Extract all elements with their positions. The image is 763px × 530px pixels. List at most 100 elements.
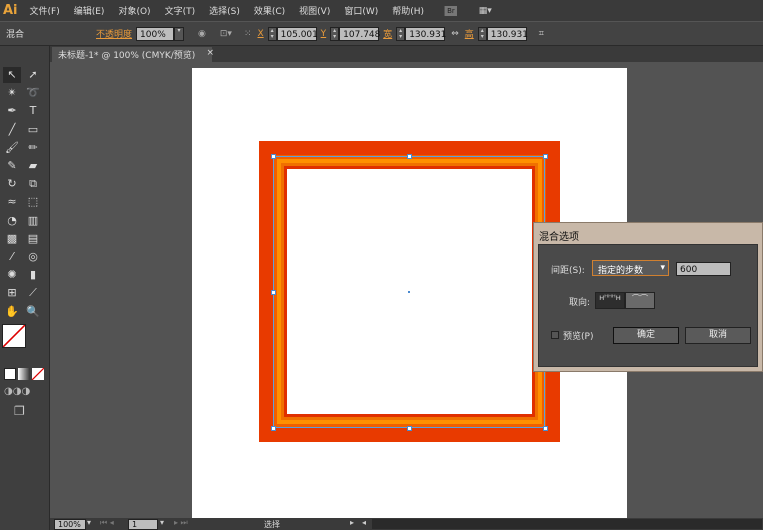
selection-handle[interactable]	[543, 154, 548, 159]
width-label: 宽	[383, 30, 393, 40]
mesh-tool-icon[interactable]: ▩	[3, 231, 21, 247]
eraser-tool-icon[interactable]: ▰	[24, 158, 42, 174]
menu-type[interactable]: 文字(T)	[165, 4, 196, 17]
dialog-title: 混合选项	[539, 232, 579, 243]
zoom-input[interactable]: 100%	[54, 519, 86, 530]
none-mode-icon[interactable]	[32, 368, 44, 380]
align-to-path-button[interactable]: ⌒⌒	[625, 292, 655, 309]
tab-document[interactable]: 未标题-1* @ 100% (CMYK/预览) ×	[52, 47, 214, 62]
menu-help[interactable]: 帮助(H)	[392, 4, 424, 17]
center-point	[408, 291, 410, 293]
app-logo: Ai	[3, 3, 18, 18]
preview-checkbox[interactable]	[551, 331, 559, 339]
fill-swatch[interactable]	[2, 324, 26, 348]
align-icon[interactable]: ⊡▾	[220, 29, 232, 39]
slice-tool-icon[interactable]: ⟋	[24, 285, 42, 301]
control-bar: 混合 不透明度 100% ▾ ◉ ⊡▾ ⁙ X ▴ ▾ 105.001 Y ▴ ▾ …	[0, 21, 763, 46]
blob-brush-tool-icon[interactable]: ✎	[3, 158, 21, 174]
symbol-sprayer-tool-icon[interactable]: ✺	[3, 267, 21, 283]
page-dropdown[interactable]: ▾	[160, 518, 164, 527]
menu-file[interactable]: 文件(F)	[30, 4, 60, 17]
width-input[interactable]: 130.931	[405, 26, 446, 41]
recolor-icon[interactable]: ◉	[198, 29, 206, 39]
eyedropper-tool-icon[interactable]: ⁄	[3, 249, 21, 265]
zoom-dropdown[interactable]: ▾	[87, 518, 91, 527]
gradient-tool-icon[interactable]: ▤	[24, 231, 42, 247]
hand-tool-icon[interactable]: ✋	[3, 304, 21, 320]
align-to-page-button[interactable]: ʜᴴᴴᴴʜ	[595, 292, 625, 309]
column-graph-tool-icon[interactable]: ▮	[24, 267, 42, 283]
width-stepper[interactable]: ▴ ▾	[396, 26, 406, 41]
selection-handle[interactable]	[407, 426, 412, 431]
blend-tool-icon[interactable]: ◎	[24, 249, 42, 265]
spacing-label: 间距(S):	[551, 266, 585, 276]
menu-bar: Ai 文件(F) 编辑(E) 对象(O) 文字(T) 选择(S) 效果(C) 视…	[0, 0, 763, 21]
zoom-tool-icon[interactable]: 🔍	[24, 304, 42, 320]
status-menu-icon[interactable]: ▸	[350, 518, 354, 527]
tab-close-icon[interactable]: ×	[206, 48, 214, 58]
x-stepper[interactable]: ▴ ▾	[267, 26, 277, 41]
preview-label[interactable]: 预览(P)	[563, 329, 593, 342]
selection-handle[interactable]	[271, 154, 276, 159]
rectangle-tool-icon[interactable]: ▭	[24, 122, 42, 138]
selection-handle[interactable]	[543, 426, 548, 431]
transform-icon[interactable]: ⌗	[539, 29, 544, 39]
scroll-left-icon[interactable]: ◂	[362, 518, 366, 527]
y-stepper[interactable]: ▴ ▾	[330, 26, 340, 41]
screen-mode-icon[interactable]: ❐	[14, 404, 25, 418]
menu-view[interactable]: 视图(V)	[299, 4, 330, 17]
menu-effect[interactable]: 效果(C)	[254, 4, 285, 17]
workspace-switcher-icon[interactable]: ▦▾	[479, 6, 492, 16]
steps-input[interactable]: 600	[676, 262, 731, 276]
color-mode-icon[interactable]	[4, 368, 16, 380]
shape-builder-tool-icon[interactable]: ◔	[3, 213, 21, 229]
rotate-tool-icon[interactable]: ↻	[3, 176, 21, 192]
reference-point-icon[interactable]: ⁙	[244, 29, 252, 39]
spacing-dropdown[interactable]: 指定的步数 ▾	[592, 260, 669, 276]
x-label: X	[257, 28, 264, 39]
current-tool-label: 选择	[264, 520, 280, 529]
selection-handle[interactable]	[407, 154, 412, 159]
ok-button[interactable]: 确定	[613, 327, 679, 344]
next-page-icon[interactable]: ▸ ⏭	[174, 518, 188, 528]
opacity-dropdown[interactable]: ▾	[174, 26, 185, 41]
opacity-label[interactable]: 不透明度	[96, 27, 132, 40]
paintbrush-tool-icon[interactable]: 🖌	[3, 140, 21, 156]
page-input[interactable]: 1	[128, 519, 158, 530]
height-input[interactable]: 130.931	[486, 26, 528, 41]
first-page-icon[interactable]: ⏮ ◂	[100, 518, 114, 528]
menu-object[interactable]: 对象(O)	[118, 4, 150, 17]
draw-mode-icon[interactable]: ◑◑◑	[4, 386, 30, 397]
horizontal-scrollbar[interactable]	[372, 519, 762, 529]
selection-handle[interactable]	[271, 426, 276, 431]
menu-window[interactable]: 窗口(W)	[344, 4, 378, 17]
pen-tool-icon[interactable]: ✒	[3, 103, 21, 119]
direct-selection-tool-icon[interactable]: ➚	[24, 67, 42, 83]
selection-handle[interactable]	[271, 290, 276, 295]
y-input[interactable]: 107.748	[339, 26, 380, 41]
menu-select[interactable]: 选择(S)	[209, 4, 240, 17]
gradient-mode-icon[interactable]	[18, 368, 30, 380]
menu-edit[interactable]: 编辑(E)	[74, 4, 105, 17]
scale-tool-icon[interactable]: ⧉	[24, 176, 42, 192]
pencil-tool-icon[interactable]: ✏	[24, 140, 42, 156]
bridge-button[interactable]: Br	[444, 5, 457, 16]
cancel-button[interactable]: 取消	[685, 327, 751, 344]
warp-tool-icon[interactable]: ≈	[3, 194, 21, 210]
artboard-tool-icon[interactable]: ⊞	[3, 285, 21, 301]
perspective-grid-tool-icon[interactable]: ▥	[24, 213, 42, 229]
status-bar: 100% ▾ ⏮ ◂ 1 ▾ ▸ ⏭ 选择 ▸ ◂	[50, 518, 763, 530]
orientation-label: 取向:	[569, 298, 591, 308]
free-transform-tool-icon[interactable]: ⬚	[24, 194, 42, 210]
constrain-proportions-icon[interactable]: ⇔	[451, 29, 459, 39]
lasso-tool-icon[interactable]: ➰	[24, 85, 42, 101]
selection-tool-icon[interactable]: ↖	[3, 67, 21, 83]
opacity-input[interactable]: 100%	[136, 26, 175, 41]
line-tool-icon[interactable]: ╱	[3, 122, 21, 138]
type-tool-icon[interactable]: T	[24, 103, 42, 119]
chevron-down-icon: ▾	[660, 263, 665, 273]
magic-wand-tool-icon[interactable]: ✴	[3, 85, 21, 101]
x-input[interactable]: 105.001	[276, 26, 318, 41]
height-stepper[interactable]: ▴ ▾	[477, 26, 487, 41]
document-tabs: 未标题-1* @ 100% (CMYK/预览) ×	[50, 46, 763, 62]
